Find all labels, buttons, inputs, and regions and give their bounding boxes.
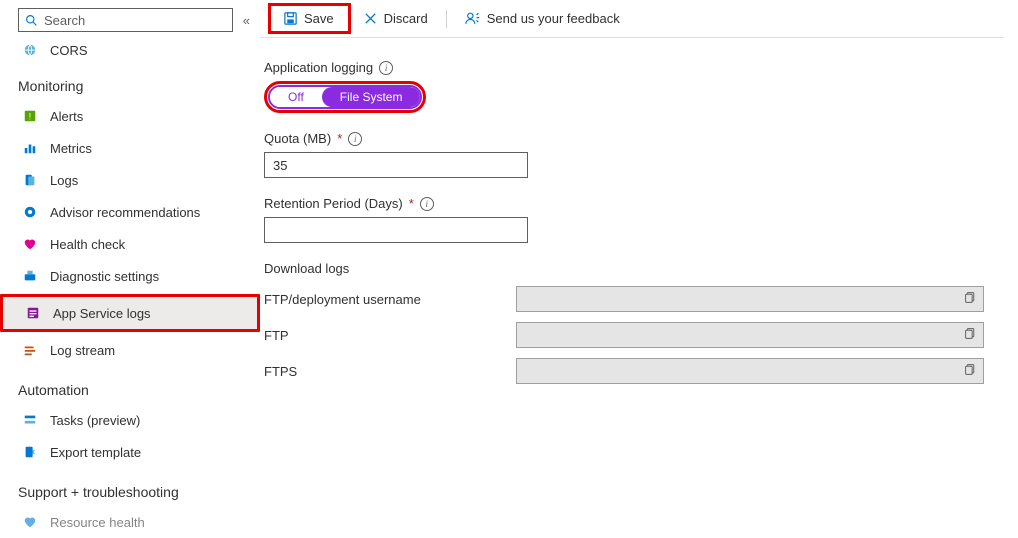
section-support: Support + troubleshooting bbox=[0, 468, 260, 506]
sidebar-item-alerts[interactable]: ! Alerts bbox=[0, 100, 260, 132]
ftps-label: FTPS bbox=[264, 364, 516, 379]
sidebar-item-metrics[interactable]: Metrics bbox=[0, 132, 260, 164]
cors-icon bbox=[22, 42, 38, 58]
ftps-field[interactable] bbox=[516, 358, 984, 384]
quota-input[interactable] bbox=[264, 152, 528, 178]
sidebar-item-label: Alerts bbox=[50, 109, 83, 124]
info-icon[interactable]: i bbox=[348, 132, 362, 146]
logs-icon bbox=[22, 172, 38, 188]
discard-button[interactable]: Discard bbox=[351, 6, 440, 31]
metrics-icon bbox=[22, 140, 38, 156]
feedback-label: Send us your feedback bbox=[487, 11, 620, 26]
copy-icon[interactable] bbox=[964, 327, 977, 343]
sidebar-item-advisor[interactable]: Advisor recommendations bbox=[0, 196, 260, 228]
sidebar-item-label: Export template bbox=[50, 445, 141, 460]
ftp-username-field[interactable] bbox=[516, 286, 984, 312]
toggle-filesystem[interactable]: File System bbox=[322, 87, 421, 107]
feedback-icon bbox=[465, 11, 481, 26]
toolbar: Save Discard Send us your feedback bbox=[260, 0, 1004, 38]
advisor-icon bbox=[22, 204, 38, 220]
section-automation: Automation bbox=[0, 366, 260, 404]
sidebar: Search « CORS Monitoring ! Alerts Metric… bbox=[0, 0, 260, 518]
sidebar-item-logs[interactable]: Logs bbox=[0, 164, 260, 196]
ftp-label: FTP bbox=[264, 328, 516, 343]
sidebar-item-label: Log stream bbox=[50, 343, 115, 358]
tasks-icon bbox=[22, 412, 38, 428]
info-icon[interactable]: i bbox=[379, 61, 393, 75]
ftp-field[interactable] bbox=[516, 322, 984, 348]
required-asterisk: * bbox=[409, 196, 414, 211]
collapse-sidebar-icon[interactable]: « bbox=[243, 13, 250, 28]
quota-label: Quota (MB) bbox=[264, 131, 331, 146]
sidebar-item-logstream[interactable]: Log stream bbox=[0, 334, 260, 366]
resourcehealth-icon bbox=[22, 514, 38, 530]
sidebar-item-resourcehealth[interactable]: Resource health bbox=[0, 506, 260, 538]
save-icon bbox=[283, 11, 298, 26]
sidebar-item-export[interactable]: Export template bbox=[0, 436, 260, 468]
sidebar-item-label: Diagnostic settings bbox=[50, 269, 159, 284]
search-input[interactable]: Search bbox=[18, 8, 233, 32]
toggle-off[interactable]: Off bbox=[270, 87, 322, 107]
copy-icon[interactable] bbox=[964, 291, 977, 307]
logstream-icon bbox=[22, 342, 38, 358]
sidebar-item-label: CORS bbox=[50, 43, 88, 58]
sidebar-item-cors[interactable]: CORS bbox=[0, 38, 260, 62]
app-logging-label: Application logging bbox=[264, 60, 373, 75]
app-logging-toggle[interactable]: Off File System bbox=[268, 85, 422, 109]
main-content: Save Discard Send us your feedback Appli… bbox=[260, 0, 1018, 518]
sidebar-item-label: Tasks (preview) bbox=[50, 413, 140, 428]
sidebar-item-tasks[interactable]: Tasks (preview) bbox=[0, 404, 260, 436]
sidebar-item-label: App Service logs bbox=[53, 306, 151, 321]
sidebar-item-diagnostic[interactable]: Diagnostic settings bbox=[0, 260, 260, 292]
search-icon bbox=[25, 14, 38, 27]
svg-text:!: ! bbox=[29, 112, 31, 122]
sidebar-item-health[interactable]: Health check bbox=[0, 228, 260, 260]
retention-input[interactable] bbox=[264, 217, 528, 243]
sidebar-item-label: Health check bbox=[50, 237, 125, 252]
download-logs-title: Download logs bbox=[264, 261, 1004, 276]
sidebar-item-label: Advisor recommendations bbox=[50, 205, 200, 220]
health-icon bbox=[22, 236, 38, 252]
sidebar-item-label: Resource health bbox=[50, 515, 145, 530]
sidebar-item-label: Logs bbox=[50, 173, 78, 188]
save-button[interactable]: Save bbox=[273, 8, 344, 29]
retention-label: Retention Period (Days) bbox=[264, 196, 403, 211]
appservicelogs-icon bbox=[25, 305, 41, 321]
search-placeholder: Search bbox=[44, 13, 85, 28]
alerts-icon: ! bbox=[22, 108, 38, 124]
required-asterisk: * bbox=[337, 131, 342, 146]
export-icon bbox=[22, 444, 38, 460]
discard-label: Discard bbox=[384, 11, 428, 26]
save-label: Save bbox=[304, 11, 334, 26]
sidebar-item-appservicelogs[interactable]: App Service logs bbox=[3, 297, 257, 329]
info-icon[interactable]: i bbox=[420, 197, 434, 211]
sidebar-item-label: Metrics bbox=[50, 141, 92, 156]
copy-icon[interactable] bbox=[964, 363, 977, 379]
toolbar-divider bbox=[446, 10, 447, 28]
diagnostic-icon bbox=[22, 268, 38, 284]
section-monitoring: Monitoring bbox=[0, 62, 260, 100]
discard-icon bbox=[363, 11, 378, 26]
ftp-username-label: FTP/deployment username bbox=[264, 292, 516, 307]
feedback-button[interactable]: Send us your feedback bbox=[453, 6, 632, 31]
